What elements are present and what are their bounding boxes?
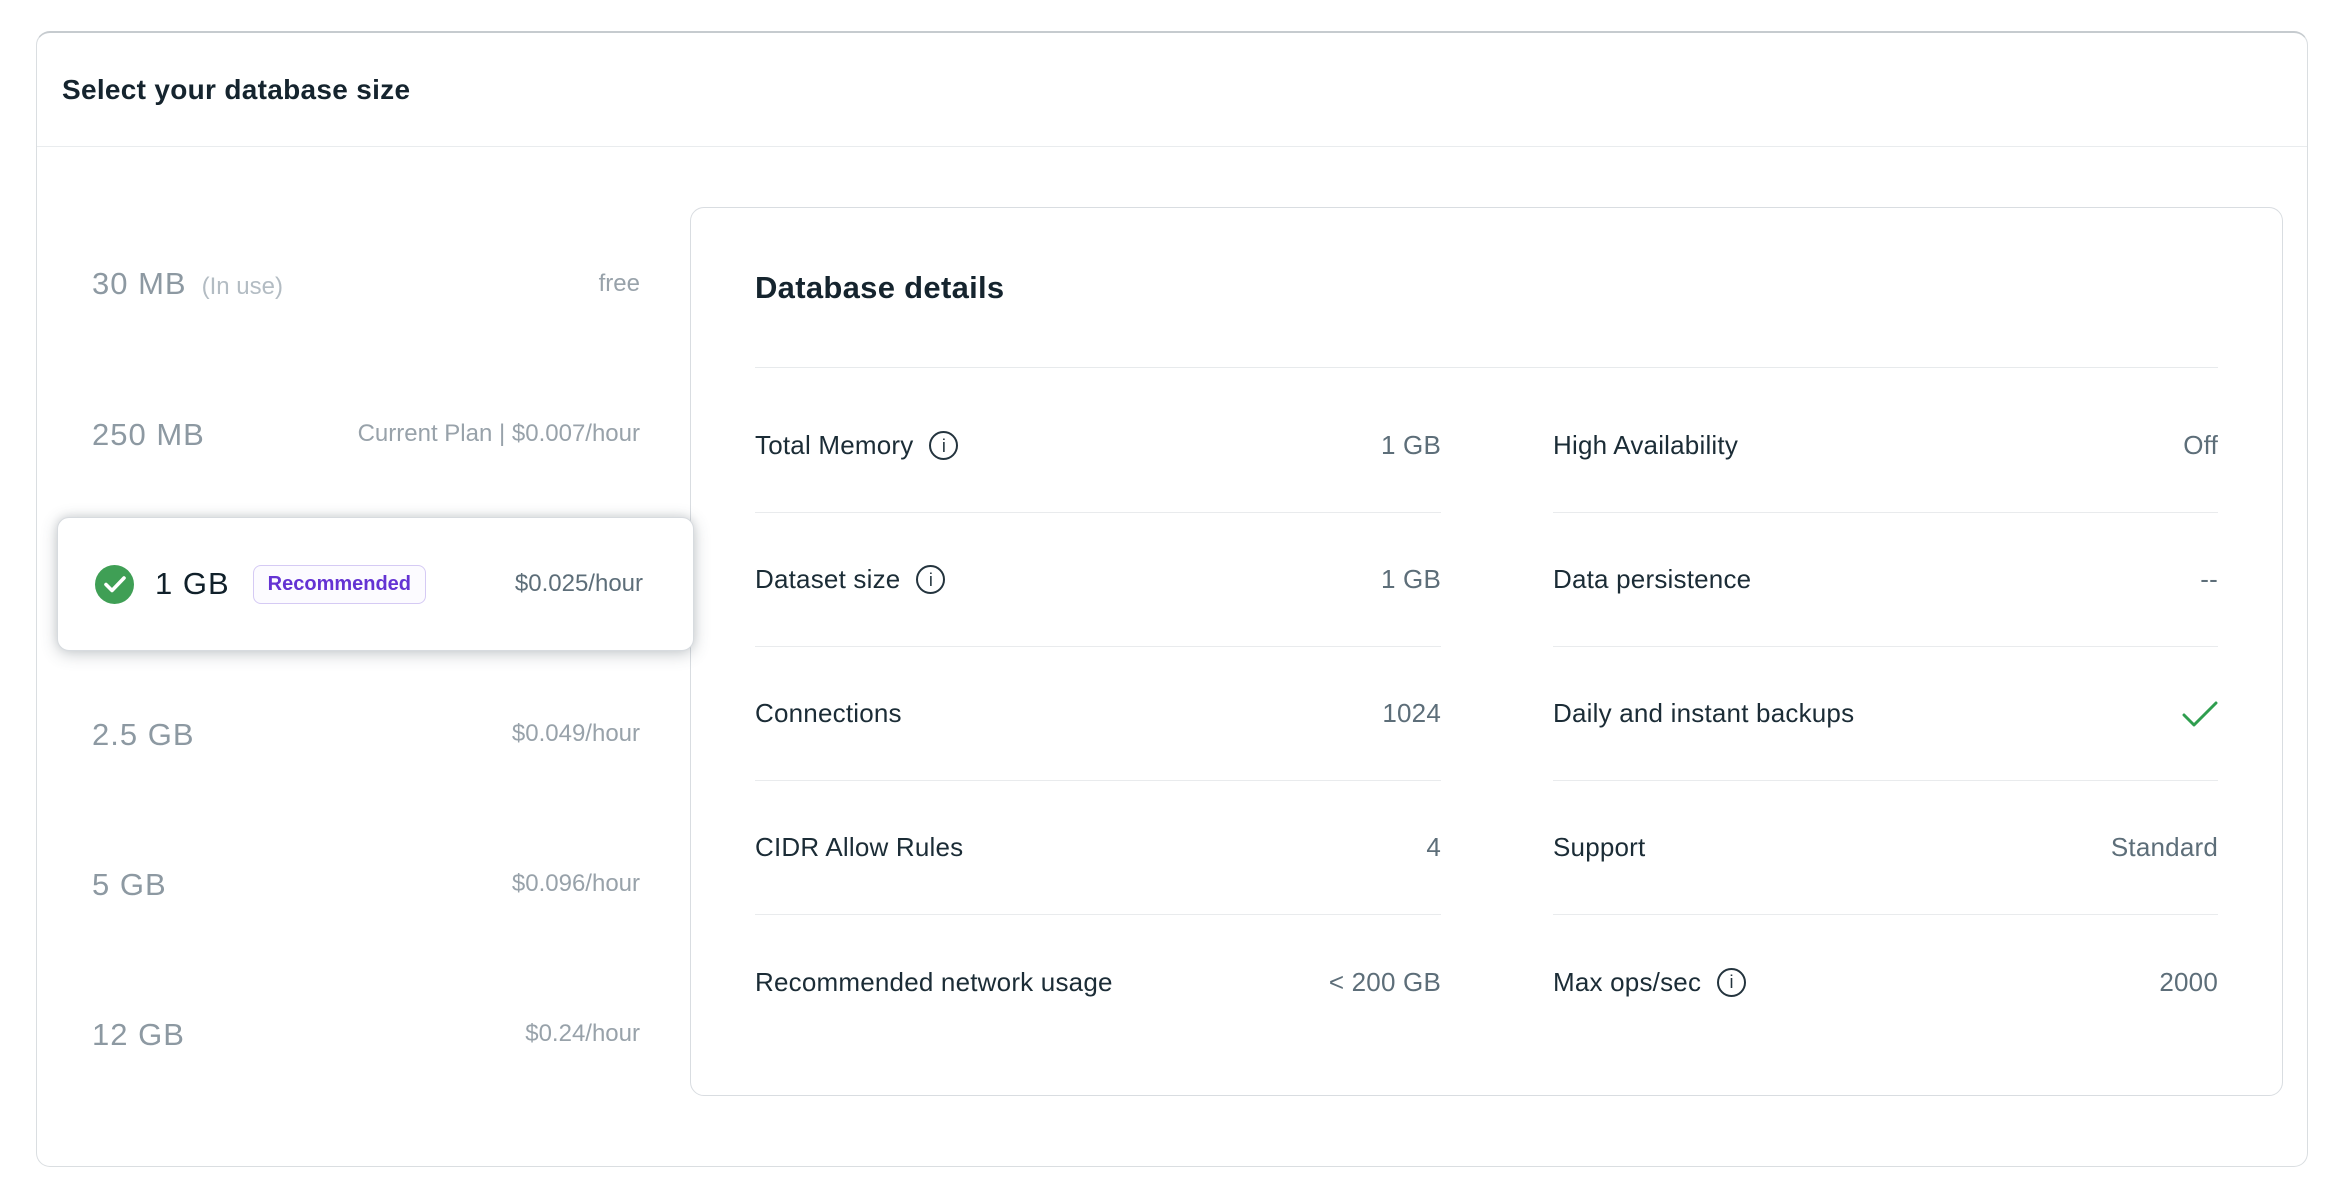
detail-row-total-memory: Total Memory i 1 GB <box>755 379 1441 513</box>
plan-item-2-5gb[interactable]: 2.5 GB $0.049/hour <box>36 659 690 809</box>
info-icon[interactable]: i <box>1717 968 1746 997</box>
detail-row-cidr-allow-rules: CIDR Allow Rules 4 <box>755 781 1441 915</box>
plan-size-label: 30 MB <box>92 268 187 299</box>
plan-main: 5 GB <box>92 869 167 900</box>
detail-value: < 200 GB <box>1329 967 1441 998</box>
detail-value: 1024 <box>1382 698 1441 729</box>
plan-size-label: 250 MB <box>92 419 205 450</box>
plan-item-12gb[interactable]: 12 GB $0.24/hour <box>36 959 690 1109</box>
plan-in-use-note: (In use) <box>202 273 283 301</box>
detail-value: Standard <box>2111 832 2218 863</box>
detail-label-text: Total Memory <box>755 430 913 461</box>
details-right-column: High Availability Off Data persistence -… <box>1553 379 2218 1049</box>
detail-row-max-ops: Max ops/sec i 2000 <box>1553 915 2218 1049</box>
detail-label: High Availability <box>1553 430 1738 461</box>
selected-check-icon <box>95 565 134 604</box>
detail-label-text: Connections <box>755 698 902 729</box>
plan-price: $0.096/hour <box>512 870 640 898</box>
detail-label-text: Max ops/sec <box>1553 967 1701 998</box>
detail-row-support: Support Standard <box>1553 781 2218 915</box>
details-grid: Total Memory i 1 GB Dataset size i 1 GB … <box>755 368 2218 1049</box>
info-icon[interactable]: i <box>929 431 958 460</box>
plan-price: $0.049/hour <box>512 720 640 748</box>
detail-row-high-availability: High Availability Off <box>1553 379 2218 513</box>
plan-item-5gb[interactable]: 5 GB $0.096/hour <box>36 809 690 959</box>
detail-label-text: High Availability <box>1553 430 1738 461</box>
plan-size-label: 5 GB <box>92 869 167 900</box>
recommended-badge: Recommended <box>253 565 426 604</box>
details-title: Database details <box>755 271 2218 305</box>
plan-item-250mb[interactable]: 250 MB Current Plan | $0.007/hour <box>36 359 690 509</box>
plan-item-1gb-selected[interactable]: 1 GB Recommended $0.025/hour <box>57 517 694 651</box>
detail-label: Data persistence <box>1553 564 1751 595</box>
plan-price: $0.24/hour <box>525 1020 640 1048</box>
detail-label: Total Memory i <box>755 430 958 461</box>
plan-size-label: 2.5 GB <box>92 719 195 750</box>
detail-row-dataset-size: Dataset size i 1 GB <box>755 513 1441 647</box>
plan-price: $0.025/hour <box>515 570 643 598</box>
plan-main: 2.5 GB <box>92 719 195 750</box>
plan-size-label: 1 GB <box>155 566 230 602</box>
detail-label: Dataset size i <box>755 564 945 595</box>
plan-main: 250 MB <box>92 419 205 450</box>
detail-row-data-persistence: Data persistence -- <box>1553 513 2218 647</box>
detail-label: Daily and instant backups <box>1553 698 1854 729</box>
detail-label: Support <box>1553 832 1645 863</box>
detail-label: Connections <box>755 698 902 729</box>
plan-list: 30 MB (In use) free 250 MB Current Plan … <box>36 209 690 1109</box>
detail-label-text: CIDR Allow Rules <box>755 832 963 863</box>
detail-label-text: Recommended network usage <box>755 967 1113 998</box>
backups-check-icon <box>2182 700 2218 728</box>
detail-row-network-usage: Recommended network usage < 200 GB <box>755 915 1441 1049</box>
plan-main: 30 MB (In use) <box>92 268 283 301</box>
plan-price: free <box>599 270 640 298</box>
detail-label: Recommended network usage <box>755 967 1113 998</box>
plan-main: 12 GB <box>92 1019 185 1050</box>
detail-label: Max ops/sec i <box>1553 967 1746 998</box>
plan-item-30mb[interactable]: 30 MB (In use) free <box>36 209 690 359</box>
detail-value: 2000 <box>2159 967 2218 998</box>
detail-label-text: Daily and instant backups <box>1553 698 1854 729</box>
card-header: Select your database size <box>37 33 2307 147</box>
plan-price: Current Plan | $0.007/hour <box>358 420 640 448</box>
info-icon-glyph: i <box>942 437 946 455</box>
detail-label-text: Data persistence <box>1553 564 1751 595</box>
page-title: Select your database size <box>62 74 410 106</box>
info-icon-glyph: i <box>1730 973 1734 991</box>
detail-label-text: Dataset size <box>755 564 900 595</box>
detail-row-connections: Connections 1024 <box>755 647 1441 781</box>
detail-label-text: Support <box>1553 832 1645 863</box>
info-icon-glyph: i <box>929 571 933 589</box>
database-details-panel: Database details Total Memory i 1 GB Dat… <box>690 207 2283 1096</box>
detail-value: 1 GB <box>1381 564 1441 595</box>
detail-value: 1 GB <box>1381 430 1441 461</box>
plan-size-label: 12 GB <box>92 1019 185 1050</box>
detail-value: Off <box>2183 430 2218 461</box>
detail-value: 4 <box>1426 832 1441 863</box>
detail-row-backups: Daily and instant backups <box>1553 647 2218 781</box>
info-icon[interactable]: i <box>916 565 945 594</box>
detail-label: CIDR Allow Rules <box>755 832 963 863</box>
details-left-column: Total Memory i 1 GB Dataset size i 1 GB … <box>755 379 1441 1049</box>
details-column-gap <box>1441 379 1553 1049</box>
detail-value: -- <box>2200 564 2218 595</box>
